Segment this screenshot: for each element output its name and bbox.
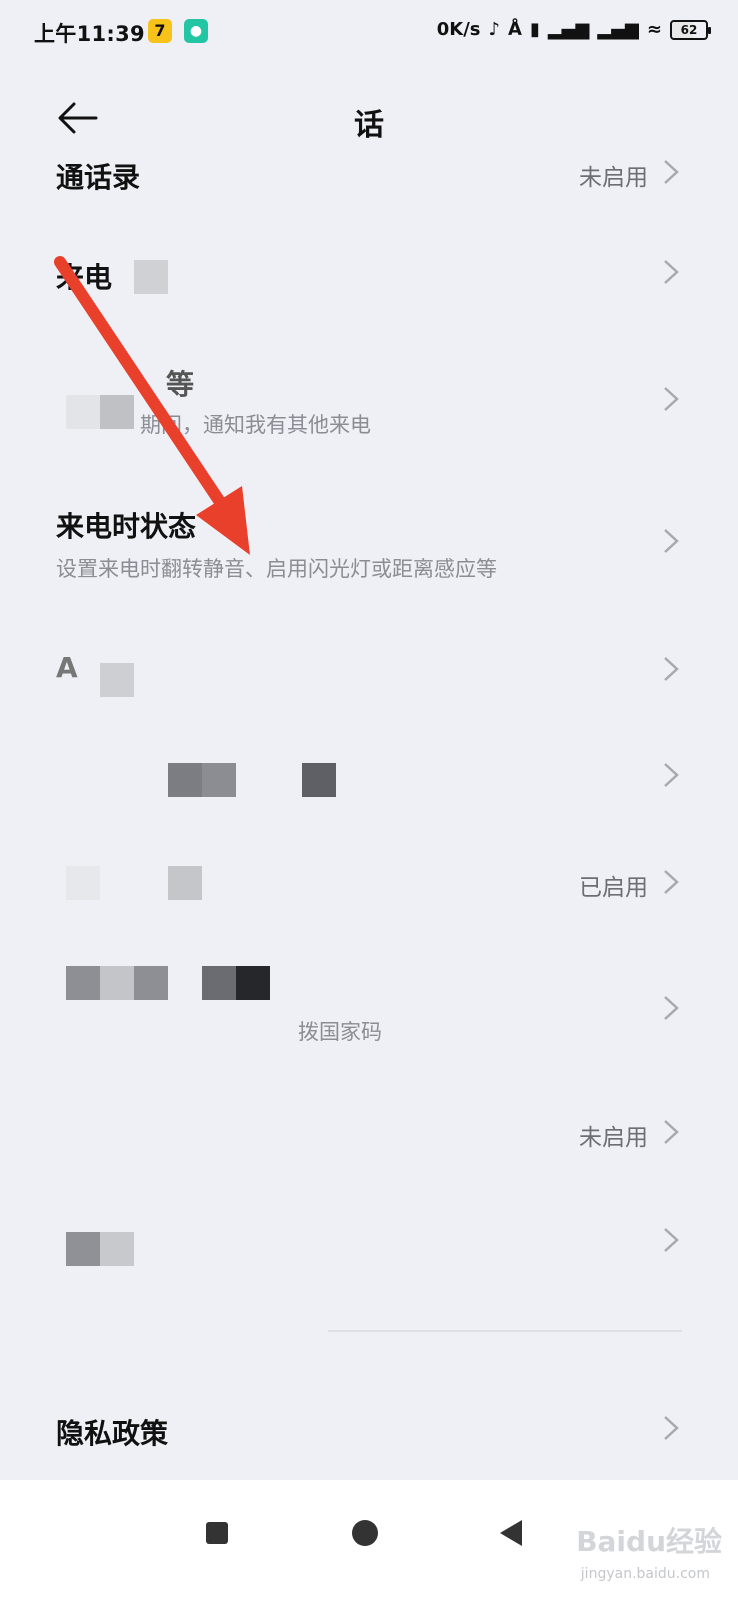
redacted-block: [66, 966, 100, 1000]
redacted-block: [236, 966, 270, 1000]
item-subtitle: 期间，通知我有其他来电: [140, 413, 371, 437]
redacted-block: [134, 966, 168, 1000]
battery-icon: 62: [670, 19, 711, 40]
item-value: 已启用: [579, 875, 648, 901]
redacted-block: [66, 395, 100, 429]
signal-icon-2: ▂▄▆: [597, 19, 639, 40]
redacted-block: [168, 763, 202, 797]
chevron-right-icon: [664, 996, 679, 1020]
redacted-block: [202, 763, 236, 797]
list-item-call-waiting[interactable]: 等 期间，通知我有其他来电: [0, 355, 738, 445]
list-item-redacted-3[interactable]: 未启用: [0, 1110, 738, 1160]
list-item-call-state[interactable]: 来电时状态 设置来电时翻转静音、启用闪光灯或距离感应等: [0, 495, 738, 590]
redacted-block: [66, 866, 100, 900]
bike-icon: ●: [184, 19, 208, 43]
item-title: 通话录: [56, 161, 141, 194]
list-item-a[interactable]: A: [0, 645, 738, 705]
wifi-icon: ≈: [646, 19, 662, 40]
item-title: A: [56, 651, 78, 684]
signal-icon: ▂▄▆: [547, 19, 590, 40]
network-speed: 0K/s: [436, 19, 481, 40]
status-indicators: 0K/s ♪ Å ▮ ▂▄▆ ▂▄▆ ≈ 62: [436, 19, 711, 40]
list-item-redacted-2[interactable]: 已启用: [0, 860, 738, 910]
chevron-right-icon: [664, 763, 679, 787]
item-value: 未启用: [579, 165, 648, 191]
baidu-watermark: Baidu经验 jingyan.baidu.com: [572, 1525, 722, 1586]
chevron-right-icon: [664, 387, 679, 411]
item-subtitle: 拨国家码: [298, 1020, 382, 1044]
item-value: 未启用: [579, 1125, 648, 1151]
status-time: 上午11:39: [34, 22, 145, 46]
section-divider: [328, 1330, 682, 1332]
list-item-country-code[interactable]: 拨国家码: [0, 960, 738, 1050]
item-title: 来电: [56, 261, 113, 294]
item-title: 隐私政策: [56, 1417, 169, 1450]
item-title: 来电时状态: [56, 510, 197, 543]
page-title: 话: [354, 108, 384, 143]
watermark-url: jingyan.baidu.com: [580, 1566, 710, 1582]
vibrate-icon: ▮: [529, 19, 540, 40]
redacted-block: [100, 663, 134, 697]
chevron-right-icon: [664, 1120, 679, 1144]
redacted-block: [302, 763, 336, 797]
redacted-block: [134, 260, 168, 294]
redacted-block: [100, 966, 134, 1000]
chevron-right-icon: [664, 260, 679, 284]
bluetooth-icon: Å: [508, 19, 522, 40]
music-icon: ♪: [488, 19, 501, 40]
list-item-redacted-1[interactable]: [0, 755, 738, 805]
list-item-incoming-call[interactable]: 来电: [0, 240, 738, 310]
item-title: 等: [166, 368, 195, 401]
item-subtitle: 设置来电时翻转静音、启用闪光灯或距离感应等: [56, 557, 497, 581]
list-item-privacy-policy[interactable]: 隐私政策: [0, 1400, 738, 1460]
list-item-call-recording[interactable]: 通话录 未启用: [0, 150, 738, 200]
chevron-right-icon: [664, 1228, 679, 1252]
chevron-right-icon: [664, 160, 679, 184]
page-header: 话: [0, 80, 738, 160]
recent-apps-button[interactable]: [206, 1522, 228, 1544]
redacted-block: [100, 1232, 134, 1266]
chevron-right-icon: [664, 657, 679, 681]
chevron-right-icon: [664, 870, 679, 894]
redacted-block: [168, 866, 202, 900]
chevron-right-icon: [664, 1416, 679, 1440]
watermark-brand: Baidu经验: [576, 1525, 722, 1558]
navigation-bar: Baidu经验 jingyan.baidu.com: [0, 1480, 738, 1600]
redacted-block: [202, 966, 236, 1000]
back-button[interactable]: [500, 1520, 522, 1546]
app-notification-icon: 7: [148, 19, 172, 43]
redacted-block: [66, 1232, 100, 1266]
status-bar: 上午11:39 7 ● 0K/s ♪ Å ▮ ▂▄▆ ▂▄▆ ≈ 62: [0, 0, 738, 66]
list-item-redacted-4[interactable]: [0, 1220, 738, 1270]
chevron-right-icon: [664, 529, 679, 553]
home-button[interactable]: [352, 1520, 378, 1546]
redacted-block: [100, 395, 134, 429]
